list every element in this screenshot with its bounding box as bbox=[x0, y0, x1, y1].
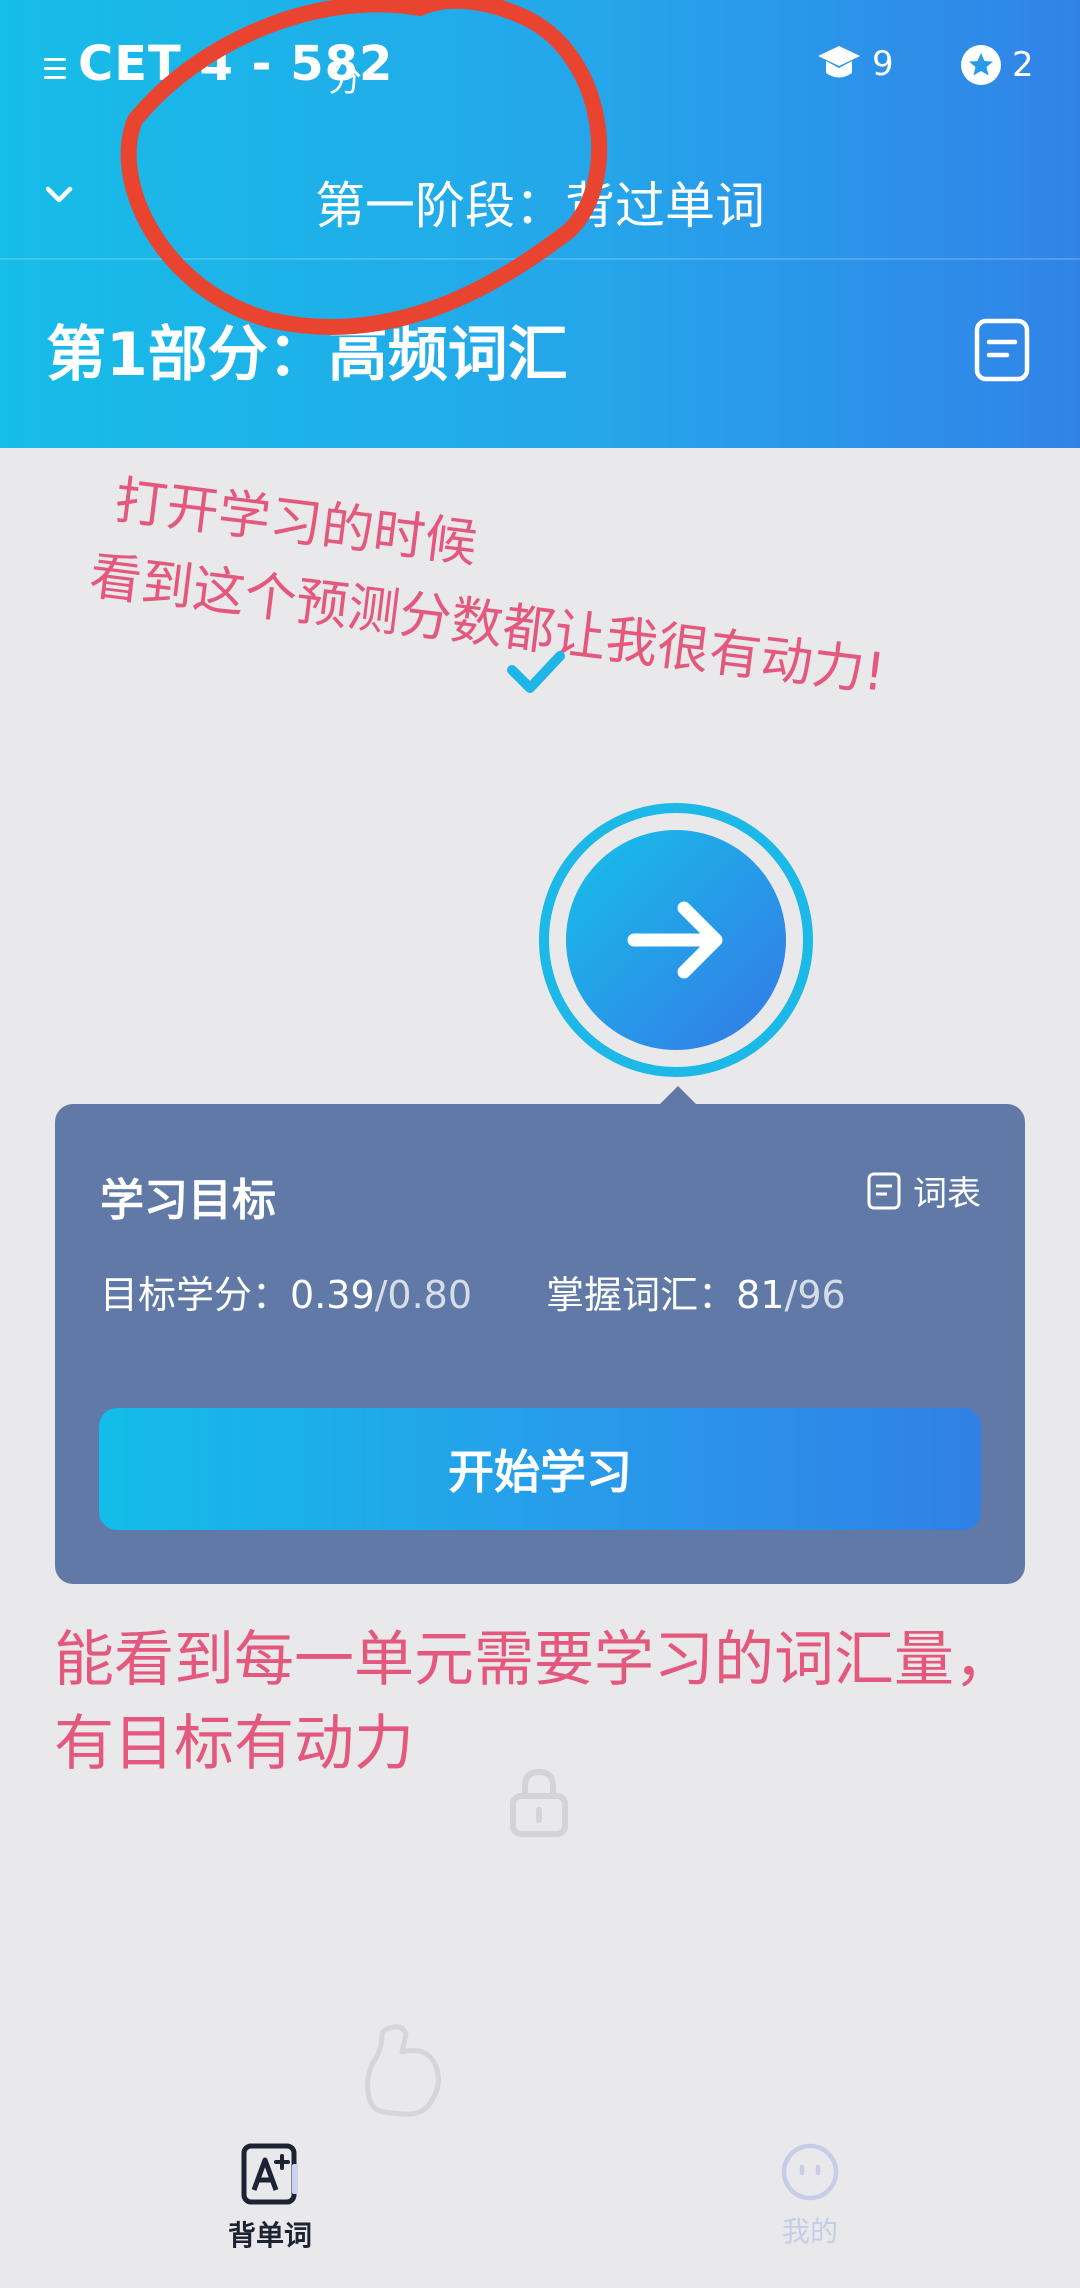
goal-stats: 目标学分：0.39/0.80 掌握词汇：81/96 bbox=[100, 1264, 846, 1319]
red-circle-annotation bbox=[120, 0, 608, 335]
wordlist-link[interactable]: 词表 bbox=[867, 1166, 981, 1215]
document-icon[interactable] bbox=[974, 318, 1030, 382]
current-unit-node[interactable] bbox=[538, 802, 814, 1078]
annotation-bottom: 能看到每一单元需要学习的词汇量， 有目标有动力 bbox=[54, 1618, 1074, 1786]
wordlist-label: 词表 bbox=[913, 1174, 981, 1214]
annotation-top: 打开学习的时候 看到这个预测分数都让我很有动力! bbox=[86, 462, 1073, 734]
face-icon bbox=[781, 2143, 839, 2201]
vocab-value: 81 bbox=[736, 1273, 785, 1317]
vocab-card-icon bbox=[241, 2143, 298, 2205]
nav-learn-label: 背单词 bbox=[227, 2219, 312, 2252]
start-learning-button[interactable]: 开始学习 bbox=[99, 1408, 981, 1530]
graduation-cap-icon bbox=[818, 46, 860, 78]
credit-total: /0.80 bbox=[374, 1273, 473, 1317]
credit-value: 0.39 bbox=[290, 1273, 375, 1317]
bottom-nav: 背单词 我的 bbox=[0, 2118, 1080, 2288]
nav-learn-words[interactable]: 背单词 bbox=[150, 2142, 390, 2254]
vocab-total: /96 bbox=[784, 1273, 846, 1317]
document-icon bbox=[867, 1172, 901, 1209]
nav-me[interactable]: 我的 bbox=[690, 2142, 930, 2250]
learning-goal-card: 学习目标 词表 目标学分：0.39/0.80 掌握词汇：81/96 开始学习 bbox=[55, 1104, 1025, 1584]
goal-title: 学习目标 bbox=[100, 1175, 276, 1226]
stars-count: 2 bbox=[1012, 45, 1034, 85]
flexed-arm-icon bbox=[365, 2024, 441, 2117]
menu-icon[interactable] bbox=[44, 58, 66, 80]
lock-icon[interactable] bbox=[508, 1766, 570, 1838]
annotation-bottom-line1: 能看到每一单元需要学习的词汇量， bbox=[54, 1625, 1014, 1695]
courses-count: 9 bbox=[872, 44, 894, 84]
popover-pointer bbox=[660, 1086, 696, 1104]
check-icon bbox=[507, 651, 565, 693]
stars-stat[interactable]: 2 bbox=[960, 44, 1034, 86]
star-badge-icon bbox=[961, 45, 1001, 85]
vocab-label: 掌握词汇： bbox=[546, 1273, 737, 1317]
nav-me-label: 我的 bbox=[781, 2215, 838, 2248]
credit-label: 目标学分： bbox=[100, 1273, 291, 1317]
courses-stat[interactable]: 9 bbox=[816, 44, 894, 84]
